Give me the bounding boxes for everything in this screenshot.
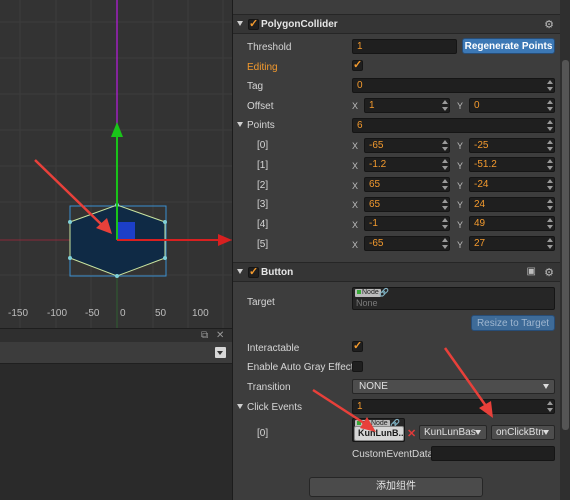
event-target-value[interactable]: KunLunB... [354, 426, 404, 441]
editing-checkbox[interactable] [352, 58, 363, 71]
resize-to-target-button[interactable]: Resize to Target [471, 315, 555, 331]
point-index-label: [0] [257, 140, 269, 151]
target-node-field[interactable]: Node 🔗 None [352, 287, 555, 310]
transition-label: Transition [247, 382, 291, 393]
point-1-x-input[interactable]: -1.2 [364, 157, 450, 172]
point-y-label: Y [457, 181, 464, 191]
offset-y-input[interactable]: 0 [469, 98, 555, 113]
point-3-y-input[interactable]: 24 [469, 197, 555, 212]
point-y-label: Y [457, 141, 464, 151]
custom-event-data-input[interactable] [431, 446, 555, 461]
clear-target-icon[interactable]: ✕ [407, 427, 416, 440]
annotation-arrow [34, 159, 104, 227]
offset-x-input[interactable]: 1 [364, 98, 450, 113]
add-component-button[interactable]: 添加组件 [309, 477, 483, 497]
point-0-y-input[interactable]: -25 [469, 138, 555, 153]
point-x-label: X [352, 181, 359, 191]
point-y-label: Y [457, 220, 464, 230]
point-1-y-input[interactable]: -51.2 [469, 157, 555, 172]
node-type-tag: Node [355, 289, 381, 297]
transition-select[interactable]: NONE [352, 379, 555, 394]
custom-event-data-label: CustomEventData [352, 449, 434, 460]
point-x-label: X [352, 220, 359, 230]
points-label: Points [247, 120, 275, 131]
ruler-label: -150 [8, 308, 29, 319]
ruler-label: 0 [120, 308, 126, 319]
ruler-label: -100 [47, 308, 68, 319]
point-x-label: X [352, 240, 359, 250]
point-5-y-input[interactable]: 27 [469, 236, 555, 251]
offset-x-label: X [352, 101, 359, 111]
collapse-triangle-icon[interactable] [237, 21, 243, 26]
interactable-checkbox[interactable] [352, 339, 363, 352]
ruler-label: 100 [192, 308, 209, 319]
point-index-label: [3] [257, 199, 269, 210]
lower-panel-body [0, 364, 232, 500]
button-component-header[interactable]: Button ▣ ⚙ [233, 262, 560, 282]
target-value: None [356, 298, 378, 308]
auto-gray-label: Enable Auto Gray Effect [247, 362, 354, 373]
auto-gray-checkbox[interactable] [352, 361, 363, 372]
inspector-panel: PolygonCollider ⚙ Threshold 1 Regenerate… [232, 0, 570, 500]
event-component-select[interactable]: KunLunBas [419, 425, 487, 440]
inspector-scrollbar[interactable] [560, 0, 570, 500]
move-gizmo-x-arrow[interactable] [218, 234, 232, 246]
point-3-x-input[interactable]: 65 [364, 197, 450, 212]
point-y-label: Y [457, 161, 464, 171]
gear-icon[interactable]: ⚙ [544, 266, 554, 279]
scene-view[interactable]: -150 -100 -50 0 50 100 [0, 0, 232, 328]
point-2-x-input[interactable]: 65 [364, 177, 450, 192]
points-count-input[interactable]: 6 [352, 118, 555, 133]
point-index-label: [2] [257, 180, 269, 191]
offset-y-label: Y [457, 101, 464, 111]
collapse-triangle-icon[interactable] [237, 269, 243, 274]
point-2-y-input[interactable]: -24 [469, 177, 555, 192]
point-4-y-input[interactable]: 49 [469, 216, 555, 231]
regenerate-points-button[interactable]: Regenerate Points [462, 38, 555, 54]
panel-menu-icon[interactable] [215, 347, 226, 358]
polygon-collider-title: PolygonCollider [261, 19, 338, 30]
maximize-icon[interactable]: ⧉ [201, 330, 208, 341]
threshold-input[interactable]: 1 [352, 39, 457, 54]
button-component-title: Button [261, 267, 294, 278]
target-label: Target [247, 297, 275, 308]
polygon-collider-enabled-checkbox[interactable] [248, 17, 259, 30]
offset-label: Offset [247, 101, 274, 112]
point-0-x-input[interactable]: -65 [364, 138, 450, 153]
point-index-label: [4] [257, 219, 269, 230]
point-4-x-input[interactable]: -1 [364, 216, 450, 231]
event-index-label: [0] [257, 428, 269, 439]
tag-label: Tag [247, 81, 264, 92]
move-gizmo-center[interactable] [118, 222, 135, 239]
threshold-label: Threshold [247, 42, 292, 53]
interactable-label: Interactable [247, 343, 300, 354]
click-events-label: Click Events [247, 402, 303, 413]
point-x-label: X [352, 141, 359, 151]
click-events-count-input[interactable]: 1 [352, 399, 555, 414]
editing-label: Editing [247, 62, 278, 73]
gear-icon[interactable]: ⚙ [544, 18, 554, 31]
ruler-label: -50 [85, 308, 100, 319]
click-events-collapse-triangle-icon[interactable] [237, 404, 243, 409]
panel-divider-bar: ⧉ ✕ [0, 328, 232, 342]
book-icon[interactable]: ▣ [527, 266, 536, 277]
point-index-label: [5] [257, 239, 269, 250]
scene-canvas[interactable] [0, 0, 232, 328]
link-icon[interactable]: 🔗 [379, 288, 389, 297]
point-y-label: Y [457, 240, 464, 250]
point-index-label: [1] [257, 160, 269, 171]
point-x-label: X [352, 200, 359, 210]
point-x-label: X [352, 161, 359, 171]
close-icon[interactable]: ✕ [216, 330, 224, 341]
point-y-label: Y [457, 200, 464, 210]
button-enabled-checkbox[interactable] [248, 265, 259, 278]
ruler-label: 50 [155, 308, 167, 319]
lower-panel-header [0, 342, 232, 364]
polygon-collider-header[interactable]: PolygonCollider ⚙ [233, 14, 560, 34]
points-collapse-triangle-icon[interactable] [237, 122, 243, 127]
point-5-x-input[interactable]: -65 [364, 236, 450, 251]
tag-input[interactable]: 0 [352, 78, 555, 93]
event-handler-select[interactable]: onClickBtn [491, 425, 555, 440]
